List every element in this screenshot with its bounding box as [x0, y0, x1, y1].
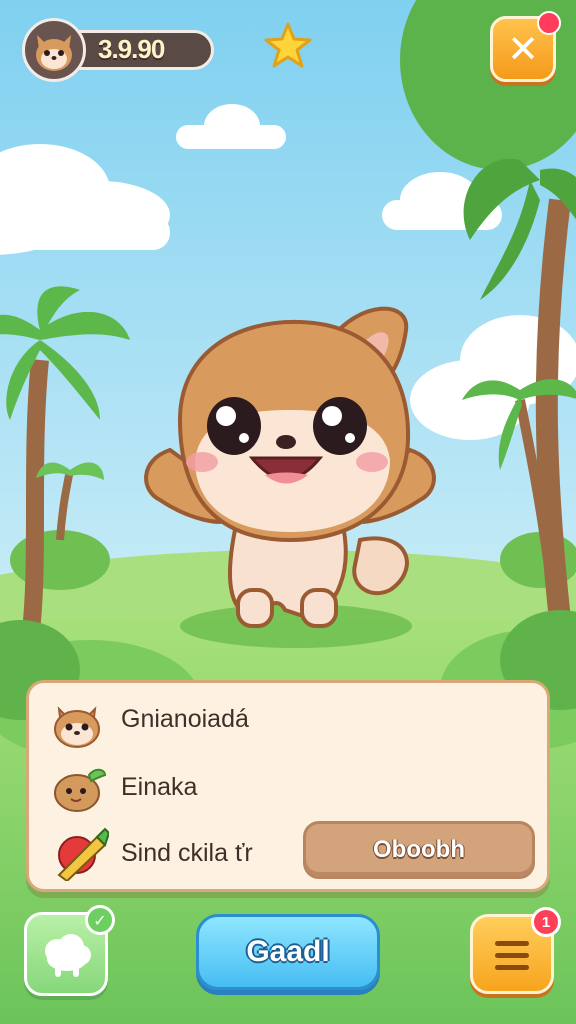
fox-face-icon	[54, 706, 100, 748]
row-label-skill: Sind ckila ťr	[121, 839, 253, 867]
pencil-tool-icon	[57, 827, 109, 881]
potato-food-icon	[54, 768, 107, 812]
fox-face-icon	[22, 18, 86, 82]
notification-dot	[537, 11, 561, 35]
panel-action-label: Oboobh	[373, 836, 465, 863]
fox-pet-character[interactable]	[140, 300, 440, 640]
pet-select-button[interactable]: ✓	[24, 905, 115, 996]
menu-button[interactable]: 1	[470, 907, 561, 994]
menu-badge: 1	[531, 907, 561, 937]
row-label-name: Gnianoiadá	[121, 705, 249, 733]
star-icon[interactable]	[262, 20, 314, 72]
currency-display[interactable]: 3.9.90	[22, 18, 214, 82]
check-badge-icon: ✓	[85, 905, 115, 935]
game-scene: 3.9.90 ✕ Gnianoiadá Einaka Sind ckila ťr…	[0, 0, 576, 1024]
pet-info-panel: Gnianoiadá Einaka Sind ckila ťr Oboobh	[26, 680, 550, 892]
row-label-food: Einaka	[121, 773, 198, 801]
menu-icon	[495, 941, 529, 977]
main-action-label: Gaadl	[246, 935, 330, 968]
close-button[interactable]: ✕	[490, 11, 561, 82]
coin-amount: 3.9.90	[98, 34, 165, 64]
sheep-icon	[45, 934, 91, 977]
panel-action-button[interactable]: Oboobh	[303, 821, 535, 879]
main-action-button[interactable]: Gaadl	[196, 914, 380, 990]
